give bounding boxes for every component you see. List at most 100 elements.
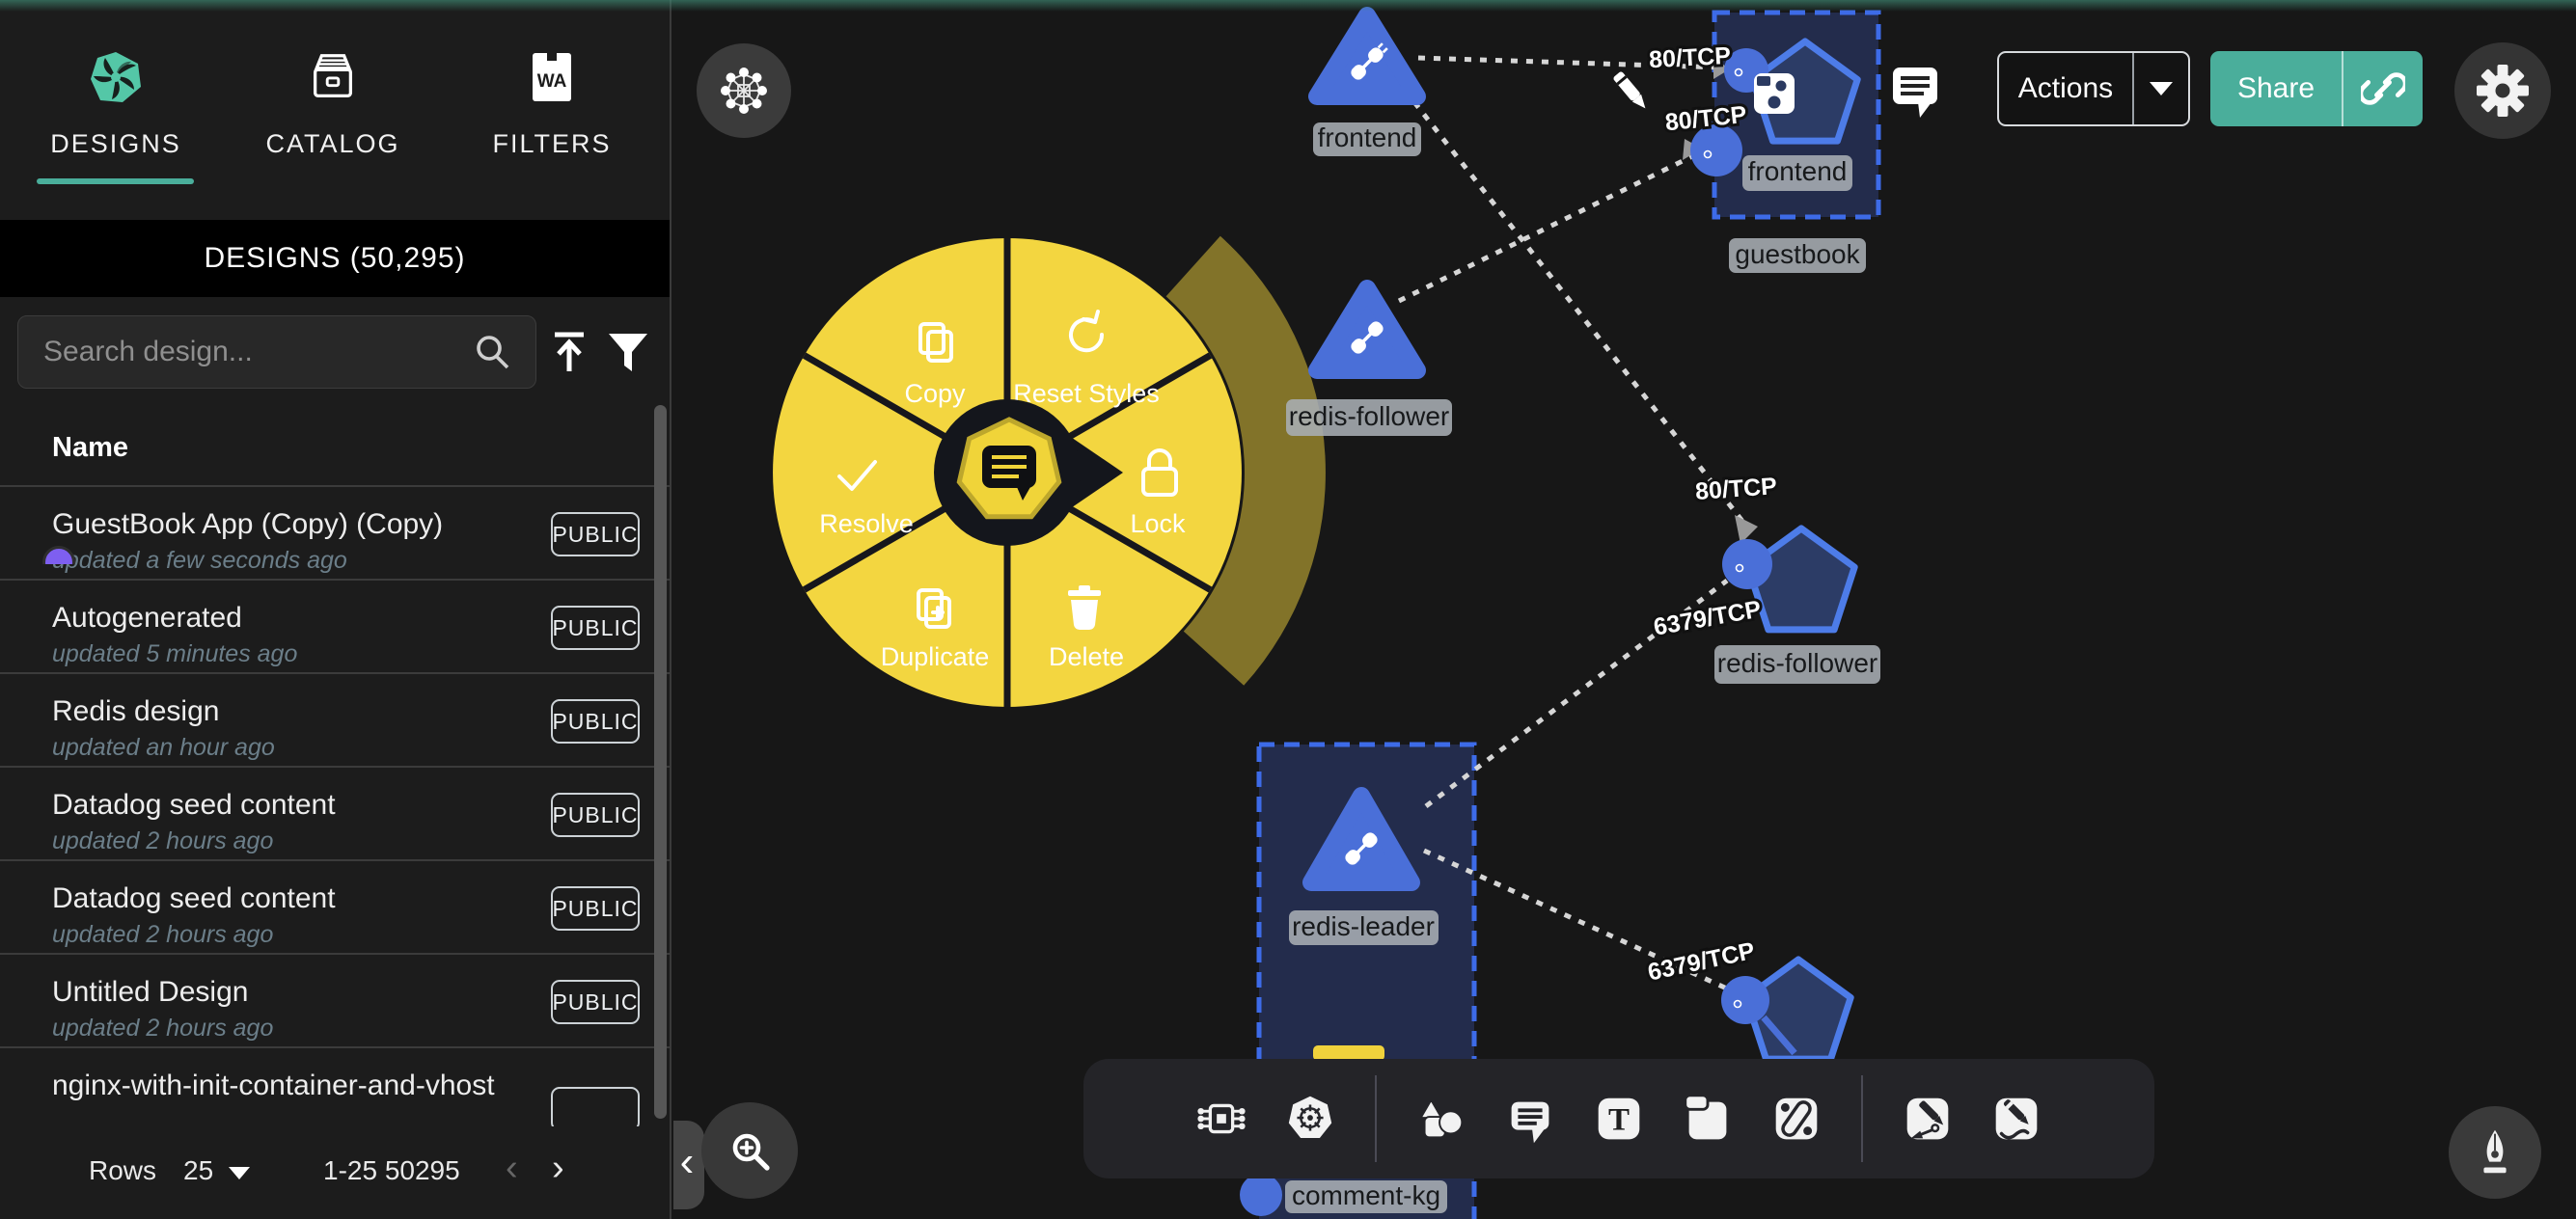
visibility-badge: PUBLIC: [551, 699, 640, 744]
publish-icon[interactable]: [552, 331, 587, 375]
toolbar-divider: [1861, 1075, 1863, 1162]
svg-text:frontend: frontend: [1748, 156, 1848, 186]
design-updated: updated 2 hours ago: [52, 827, 273, 855]
node-frontend-pod[interactable]: [1317, 15, 1417, 96]
gear-icon: [2475, 63, 2531, 119]
component-chip-icon: [1192, 1089, 1251, 1149]
design-row[interactable]: Datadog seed content updated 2 hours ago…: [0, 768, 670, 861]
design-name: Datadog seed content: [52, 789, 336, 822]
node-bottom-service[interactable]: [1721, 960, 1850, 1059]
share-label: Share: [2210, 72, 2342, 105]
pen-nib-button[interactable]: [2449, 1106, 2541, 1199]
design-row[interactable]: Datadog seed content updated 2 hours ago…: [0, 861, 670, 955]
label-guestbook-group: guestbook: [1729, 238, 1866, 273]
design-row[interactable]: Autogenerated updated 5 minutes ago PUBL…: [0, 581, 670, 674]
actions-dropdown-toggle[interactable]: [2134, 82, 2188, 95]
svg-text:frontend: frontend: [1318, 122, 1417, 152]
tab-designs-label: DESIGNS: [50, 129, 181, 159]
svg-text:T: T: [1608, 1103, 1630, 1138]
comment-tool-button[interactable]: [1498, 1087, 1562, 1151]
freehand-pencil-tool-button[interactable]: [1985, 1087, 2048, 1151]
search-row: [0, 315, 670, 389]
design-canvas[interactable]: frontend frontend guestbook redis-follow…: [673, 0, 2576, 1219]
design-row[interactable]: GuestBook App (Copy) (Copy) updated a fe…: [0, 487, 670, 581]
sidebar-tabs: DESIGNS CATALOG WA FILTERS: [0, 0, 670, 220]
comment-icon[interactable]: [1893, 68, 1937, 118]
service-port-circle[interactable]: [1722, 539, 1772, 589]
settings-button[interactable]: [2454, 42, 2551, 139]
owner-avatar: [42, 546, 77, 564]
canvas-toolbar: T: [1083, 1059, 2154, 1178]
radial-reset-label: Reset Styles: [1013, 379, 1160, 408]
design-name: Redis design: [52, 695, 219, 728]
sidebar-scrollbar[interactable]: [654, 405, 667, 1119]
wasm-filters-icon: WA: [526, 50, 578, 104]
tab-catalog[interactable]: CATALOG: [246, 50, 420, 159]
component-tool-button[interactable]: [1190, 1087, 1253, 1151]
radial-copy-label: Copy: [904, 379, 966, 408]
mesh-cluster-button[interactable]: [697, 43, 791, 138]
chain-link-icon: [1767, 1089, 1826, 1149]
edge-redisfollower-guestbook[interactable]: [1399, 156, 1692, 301]
note-tool-button[interactable]: [1676, 1087, 1740, 1151]
catalog-archive-icon: [305, 50, 361, 104]
rows-label: Rows: [89, 1155, 156, 1186]
search-input[interactable]: [17, 315, 536, 389]
design-updated: updated a few seconds ago: [52, 547, 347, 575]
note-tool-icon: [1678, 1089, 1738, 1149]
text-tool-button[interactable]: T: [1587, 1087, 1651, 1151]
rows-caret-icon[interactable]: [229, 1167, 250, 1179]
radial-duplicate-label: Duplicate: [881, 642, 990, 671]
zoom-in-button[interactable]: [701, 1102, 798, 1199]
design-name: Untitled Design: [52, 976, 248, 1009]
panel-title-band: DESIGNS (50,295): [0, 220, 670, 297]
design-row[interactable]: Redis design updated an hour ago PUBLIC: [0, 674, 670, 768]
svg-text:redis-follower: redis-follower: [1717, 648, 1878, 678]
design-updated: updated 2 hours ago: [52, 1015, 273, 1043]
svg-text:guestbook: guestbook: [1735, 239, 1860, 269]
design-row[interactable]: Untitled Design updated 2 hours ago PUBL…: [0, 955, 670, 1048]
design-updated: updated 2 hours ago: [52, 921, 273, 949]
prev-page-button[interactable]: ‹: [506, 1148, 518, 1189]
kubernetes-tool-button[interactable]: [1278, 1087, 1342, 1151]
chain-link-tool-button[interactable]: [1765, 1087, 1828, 1151]
visibility-badge: PUBLIC: [551, 793, 640, 837]
text-tool-icon: T: [1589, 1089, 1649, 1149]
design-updated: updated 5 minutes ago: [52, 640, 297, 668]
save-floppy-icon: [1754, 73, 1795, 114]
actions-button[interactable]: Actions: [1997, 51, 2190, 126]
label-frontend-pod: frontend: [1313, 122, 1421, 156]
visibility-badge: PUBLIC: [551, 512, 640, 556]
pagination-bar: Rows 25 1-25 50295 ‹ ›: [0, 1126, 670, 1219]
filter-funnel-icon[interactable]: [606, 331, 650, 375]
comment-tool-icon: [1500, 1089, 1560, 1149]
copy-link-button[interactable]: [2343, 67, 2423, 111]
label-guestbook-service: frontend: [1742, 155, 1852, 191]
share-button[interactable]: Share: [2210, 51, 2423, 126]
next-page-button[interactable]: ›: [552, 1148, 564, 1189]
comment-kg-port[interactable]: [1240, 1174, 1282, 1216]
edge-label-6379tcp-1: 6379/TCP: [1652, 596, 1764, 641]
tab-designs[interactable]: DESIGNS: [29, 50, 203, 159]
search-icon: [472, 331, 514, 373]
rows-per-page[interactable]: 25: [183, 1155, 213, 1186]
edge-label-80tcp-1: 80/TCP: [1649, 42, 1732, 73]
toolbar-divider: [1375, 1075, 1377, 1162]
sidebar-collapse-handle[interactable]: ‹: [673, 1121, 704, 1209]
shapes-icon: [1411, 1089, 1471, 1149]
service-port-circle[interactable]: [1721, 976, 1769, 1024]
pencil-icon[interactable]: [1612, 70, 1650, 112]
freehand-pencil-icon: [1987, 1089, 2046, 1149]
panel-title: DESIGNS (50,295): [204, 242, 465, 275]
name-column-header: Name: [52, 432, 128, 464]
edge-pen-tool-button[interactable]: [1896, 1087, 1959, 1151]
svg-text:WA: WA: [537, 71, 567, 92]
tab-filters[interactable]: WA FILTERS: [465, 50, 639, 159]
edge-label-80tcp-3: 80/TCP: [1694, 473, 1778, 505]
pagination-range: 1-25 50295: [323, 1155, 460, 1186]
design-name: GuestBook App (Copy) (Copy): [52, 508, 443, 541]
shapes-tool-button[interactable]: [1410, 1087, 1473, 1151]
svg-text:redis-leader: redis-leader: [1292, 911, 1435, 941]
pen-nib-icon: [2469, 1124, 2521, 1180]
zoom-in-icon: [724, 1124, 776, 1177]
